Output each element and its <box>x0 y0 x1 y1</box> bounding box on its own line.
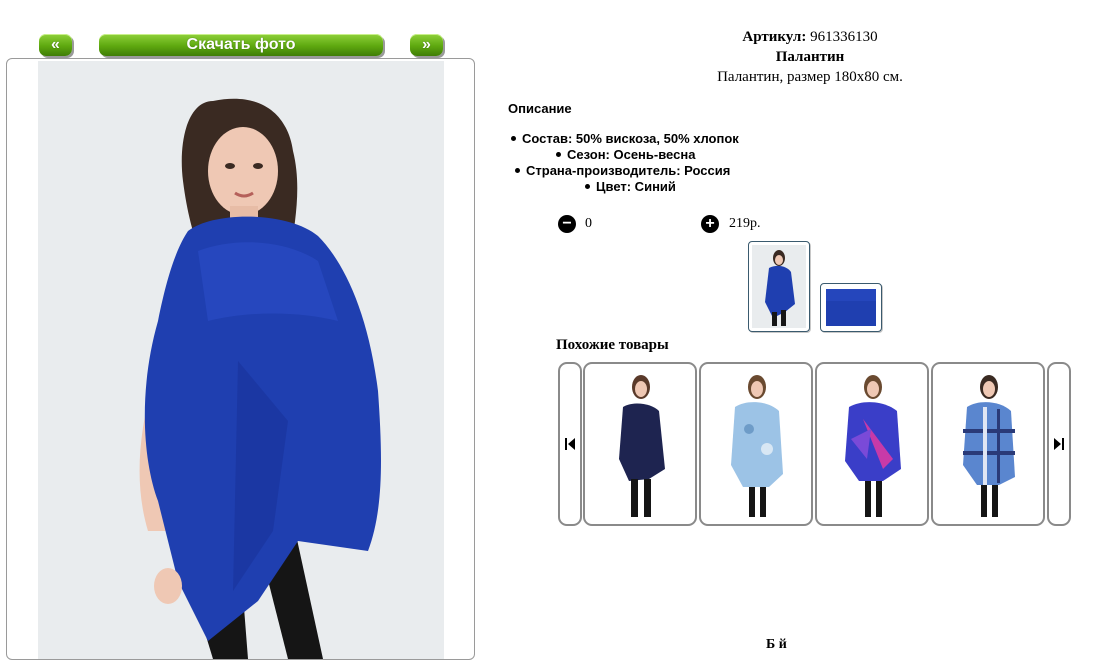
skip-back-icon <box>565 438 575 450</box>
main-product-photo[interactable] <box>38 61 444 659</box>
bullet-icon <box>515 168 520 174</box>
next-photo-button[interactable]: » <box>410 34 443 56</box>
spec-country: Страна-производитель: Россия <box>515 163 730 178</box>
bullet-icon <box>585 184 590 190</box>
product-name: Палантин <box>775 49 845 65</box>
similar-item-navy-scarf[interactable] <box>583 362 697 526</box>
minus-circle-icon[interactable]: − <box>558 215 576 233</box>
product-short-description: Палантин, размер 180х80 см. <box>717 69 903 85</box>
article-label: Артикул: <box>742 29 807 45</box>
spec-season-text: Сезон: Осень-весна <box>567 147 696 162</box>
skip-forward-icon <box>1054 438 1064 450</box>
carousel-prev-button[interactable] <box>558 362 582 526</box>
previous-photo-button[interactable]: « <box>39 34 72 56</box>
download-photo-button[interactable]: Скачать фото <box>99 34 383 56</box>
bullet-icon <box>556 152 561 158</box>
spec-composition-text: Состав: 50% вискоза, 50% хлопок <box>522 131 739 146</box>
article-number: 961336130 <box>810 29 878 45</box>
similar-item-lightblue-scarf[interactable] <box>699 362 813 526</box>
main-photo-frame <box>6 58 475 660</box>
price-value: 219р. <box>729 216 761 231</box>
carousel-next-button[interactable] <box>1047 362 1071 526</box>
description-heading: Описание <box>508 101 572 116</box>
similar-item-purple-pattern-scarf[interactable] <box>815 362 929 526</box>
spec-color: Цвет: Синий <box>585 179 676 194</box>
similar-products-heading: Похожие товары <box>556 337 669 353</box>
photo-thumbnail-fabric[interactable] <box>820 283 882 332</box>
spec-composition: Состав: 50% вискоза, 50% хлопок <box>511 131 739 146</box>
similar-item-plaid-scarf[interactable] <box>931 362 1045 526</box>
footer-partial-text: Б й <box>766 637 787 652</box>
photo-thumbnail-model[interactable] <box>748 241 810 332</box>
bullet-icon <box>511 136 516 142</box>
quantity-value: 0 <box>585 216 592 231</box>
spec-country-text: Страна-производитель: Россия <box>526 163 731 178</box>
spec-season: Сезон: Осень-весна <box>556 147 695 162</box>
plus-circle-icon[interactable]: + <box>701 215 719 233</box>
article-line: Артикул: 961336130 <box>620 29 1000 46</box>
spec-color-text: Цвет: Синий <box>596 179 676 194</box>
